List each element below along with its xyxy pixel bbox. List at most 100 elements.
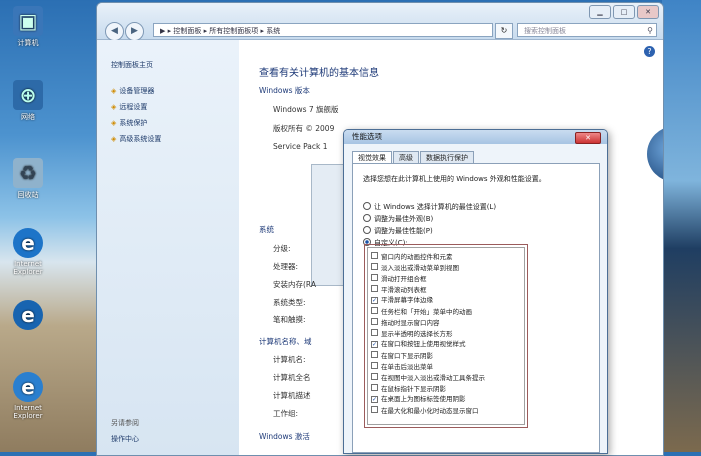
ie-icon: e <box>13 228 43 258</box>
checkbox[interactable] <box>371 263 378 270</box>
checkbox[interactable] <box>371 285 378 292</box>
copyright-text: 版权所有 © 2009 <box>273 124 335 133</box>
checkbox-checked[interactable]: ✓ <box>371 396 378 403</box>
search-input[interactable]: 搜索控制面板 ⚲ <box>517 23 657 37</box>
radio-label: 调整为最佳性能(P) <box>374 227 433 235</box>
visual-effects-list[interactable]: 窗口内的动画控件和元素淡入淡出或滑动菜单到视图滑动打开组合框平滑滚动列表框 ✓ 平滑… <box>364 244 528 428</box>
checkbox[interactable] <box>371 318 378 325</box>
radio-label: 调整为最佳外观(B) <box>374 215 434 223</box>
desktop-icon-label: 计算机 <box>17 39 39 47</box>
computer-row: 工作组: <box>273 409 299 418</box>
desktop-icon-internet-explorer[interactable]: e Internet Explorer <box>6 228 50 276</box>
sidebar-item-label: 设备管理器 <box>119 87 155 95</box>
shield-icon: ◈ <box>111 103 117 111</box>
radio-circle <box>363 214 371 222</box>
checkbox[interactable] <box>371 362 378 369</box>
forward-arrow-icon: ▶ <box>131 26 138 36</box>
dialog-title: 性能选项 <box>352 132 382 141</box>
window-controls: ▁ □ ✕ <box>589 5 659 19</box>
sidebar-item-protection[interactable]: ◈ 系统保护 <box>111 118 147 128</box>
sidebar-item-remote[interactable]: ◈ 远程设置 <box>111 102 147 112</box>
service-pack: Service Pack 1 <box>273 142 328 151</box>
close-button[interactable]: ✕ <box>637 5 659 19</box>
radio-best-performance[interactable]: 调整为最佳性能(P) <box>363 226 433 236</box>
sidebar-item-advanced[interactable]: ◈ 高级系统设置 <box>111 134 161 144</box>
effect-option-label: 平滑滚动列表框 <box>381 286 427 294</box>
checkbox-checked[interactable]: ✓ <box>371 297 378 304</box>
radio-label: 自定义(C): <box>374 239 408 247</box>
background-dialog-fragment <box>311 164 345 286</box>
effect-option-label: 在窗口和按钮上使用视觉样式 <box>381 340 466 348</box>
effect-option[interactable]: ✓ 平滑屏幕字体边缘 <box>371 296 433 304</box>
radio-let-windows-choose[interactable]: 让 Windows 选择计算机的最佳设置(L) <box>363 202 496 212</box>
radio-best-appearance[interactable]: 调整为最佳外观(B) <box>363 214 433 224</box>
effect-option[interactable]: 窗口内的动画控件和元素 <box>371 252 453 261</box>
sidebar-home-link[interactable]: 控制面板主页 <box>111 60 153 70</box>
effect-option-label: 在窗口下显示阴影 <box>381 352 433 360</box>
activation-heading: Windows 激活 <box>259 432 310 441</box>
sidebar: 控制面板主页 ◈ 设备管理器 ◈ 远程设置 ◈ 系统保护 ◈ 高级系统设置 另请参阅 操… <box>97 40 239 455</box>
sidebar-item-device-manager[interactable]: ◈ 设备管理器 <box>111 86 154 96</box>
effect-option-label: 显示半透明的选择长方形 <box>381 330 453 338</box>
effect-option[interactable]: 滑动打开组合框 <box>371 274 427 283</box>
effect-option[interactable]: 平滑滚动列表框 <box>371 285 427 294</box>
windows-logo-orb <box>647 126 663 182</box>
checkbox[interactable] <box>371 384 378 391</box>
effect-option[interactable]: 任务栏和「开始」菜单中的动画 <box>371 307 472 316</box>
refresh-button[interactable]: ↻ <box>495 23 513 39</box>
desktop-icon-computer[interactable]: ▣ 计算机 <box>6 6 50 48</box>
checkbox[interactable] <box>371 373 378 380</box>
effect-option[interactable]: 在窗口下显示阴影 <box>371 351 433 360</box>
desktop-icon-label: Internet Explorer <box>13 404 43 420</box>
computer-row: 计算机全名 <box>273 373 311 382</box>
checkbox[interactable] <box>371 351 378 358</box>
intro-text: 选择您想在此计算机上使用的 Windows 外观和性能设置。 <box>363 175 546 183</box>
effect-option[interactable]: ✓ 在桌面上为图标标签使用阴影 <box>371 395 466 403</box>
checkbox[interactable] <box>371 307 378 314</box>
recycle-bin-icon: ♻ <box>13 158 43 188</box>
sidebar-item-label: 远程设置 <box>119 103 148 111</box>
sidebar-item-label: 高级系统设置 <box>119 135 162 143</box>
desktop-icon-label: Internet Explorer <box>13 260 43 276</box>
effect-option[interactable]: 在鼠标指针下显示阴影 <box>371 384 446 393</box>
desktop-icon-ie-2[interactable]: e <box>6 300 50 332</box>
effect-option[interactable]: 在视图中淡入淡出或滑动工具条提示 <box>371 373 485 382</box>
checkbox[interactable] <box>371 252 378 259</box>
effect-option-label: 在鼠标指针下显示阴影 <box>381 385 446 393</box>
address-bar[interactable]: ▶ ▸ 控制面板 ▸ 所有控制面板项 ▸ 系统 <box>153 23 493 37</box>
minimize-button[interactable]: ▁ <box>589 5 611 19</box>
checkbox[interactable] <box>371 406 378 413</box>
effect-option-label: 任务栏和「开始」菜单中的动画 <box>381 308 472 316</box>
back-button[interactable]: ◀ <box>105 22 124 41</box>
effect-option-label: 在单击后淡出菜单 <box>381 363 433 371</box>
maximize-button[interactable]: □ <box>613 5 635 19</box>
checkbox[interactable] <box>371 329 378 336</box>
action-center-link[interactable]: 操作中心 <box>111 434 139 444</box>
ie-icon: e <box>13 372 43 402</box>
effect-option[interactable]: 显示半透明的选择长方形 <box>371 329 453 338</box>
help-icon[interactable]: ? <box>644 46 655 57</box>
effect-option[interactable]: 淡入淡出或滑动菜单到视图 <box>371 263 459 272</box>
desktop-wallpaper-edge <box>662 0 701 452</box>
search-icon: ⚲ <box>647 26 653 35</box>
effect-option[interactable]: 拖动时显示窗口内容 <box>371 318 440 327</box>
effect-option[interactable]: 在单击后淡出菜单 <box>371 362 433 371</box>
system-row: 系统类型: <box>273 298 306 307</box>
desktop-icon-network[interactable]: ⊕ 网络 <box>6 80 50 122</box>
radio-circle-selected <box>363 238 371 246</box>
computer-row: 计算机名: <box>273 355 306 364</box>
checkbox-checked[interactable]: ✓ <box>371 341 378 348</box>
computer-icon: ▣ <box>13 6 43 36</box>
effect-option[interactable]: ✓ 在窗口和按钮上使用视觉样式 <box>371 340 466 348</box>
checkbox[interactable] <box>371 274 378 281</box>
dialog-close-button[interactable]: ✕ <box>575 132 601 144</box>
desktop-icon-ie-3[interactable]: e Internet Explorer <box>6 372 50 420</box>
effect-option-label: 淡入淡出或滑动菜单到视图 <box>381 264 459 272</box>
edition-value: Windows 7 旗舰版 <box>273 105 339 114</box>
desktop-icon-recycle-bin[interactable]: ♻ 回收站 <box>6 158 50 200</box>
forward-button[interactable]: ▶ <box>125 22 144 41</box>
page-title: 查看有关计算机的基本信息 <box>259 68 379 79</box>
ie-icon: e <box>13 300 43 330</box>
effect-option[interactable]: 在最大化和最小化时动态显示窗口 <box>371 406 479 415</box>
computer-heading: 计算机名称、域 <box>259 337 312 346</box>
